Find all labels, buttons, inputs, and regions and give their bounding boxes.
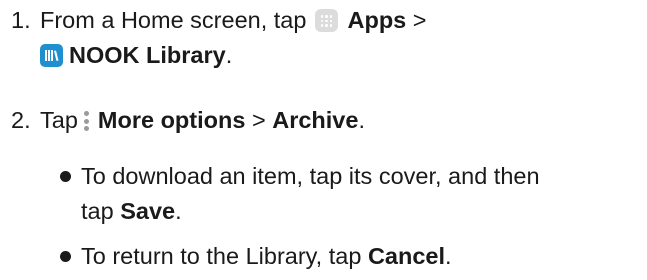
save-label: Save xyxy=(120,198,176,224)
archive-label: Archive xyxy=(272,107,359,133)
nook-library-icon xyxy=(40,44,63,67)
period: . xyxy=(358,107,365,133)
bullet-item-return: To return to the Library, tap Cancel. xyxy=(60,239,640,274)
bullet-text: To return to the Library, tap Cancel. xyxy=(81,239,641,274)
step-2: 2. Tap More options > Archive. xyxy=(0,103,640,138)
bullet-text-prefix: tap xyxy=(81,198,114,224)
step-line: From a Home screen, tap Apps > xyxy=(40,3,640,38)
step-number: 2. xyxy=(11,107,31,133)
separator: > xyxy=(251,107,266,133)
step-text: From a Home screen, tap Apps > NOOK Libr… xyxy=(40,3,640,73)
bullet-text-prefix: To return to the Library, tap xyxy=(81,243,362,269)
bullet-item-download: To download an item, tap its cover, and … xyxy=(60,159,640,229)
apps-label: Apps xyxy=(347,7,407,33)
bullet-line: To return to the Library, tap Cancel. xyxy=(81,239,641,274)
bullet-dot xyxy=(60,251,71,262)
step-line: NOOK Library. xyxy=(40,38,640,73)
step-number: 1. xyxy=(11,7,31,33)
step-1: 1. From a Home screen, tap Apps > NOOK L… xyxy=(0,3,640,73)
period: . xyxy=(225,42,233,68)
instructions-document: 1. From a Home screen, tap Apps > NOOK L… xyxy=(0,0,647,280)
step-text-prefix: From a Home screen, tap xyxy=(40,7,307,33)
step-text: Tap More options > Archive. xyxy=(40,103,640,138)
nook-library-label: NOOK Library xyxy=(69,42,226,68)
more-options-icon xyxy=(83,110,90,132)
bullet-line: tap Save. xyxy=(81,194,641,229)
period: . xyxy=(445,243,452,269)
step-line: Tap More options > Archive. xyxy=(40,103,640,138)
apps-grid-icon xyxy=(314,9,338,32)
bullet-dot xyxy=(60,171,71,182)
separator: > xyxy=(412,7,427,33)
cancel-label: Cancel xyxy=(367,243,446,269)
more-options-label: More options xyxy=(97,107,246,133)
step-text-prefix: Tap xyxy=(40,107,78,133)
bullet-line: To download an item, tap its cover, and … xyxy=(81,163,540,189)
period: . xyxy=(175,198,182,224)
bullet-text: To download an item, tap its cover, and … xyxy=(81,159,641,229)
